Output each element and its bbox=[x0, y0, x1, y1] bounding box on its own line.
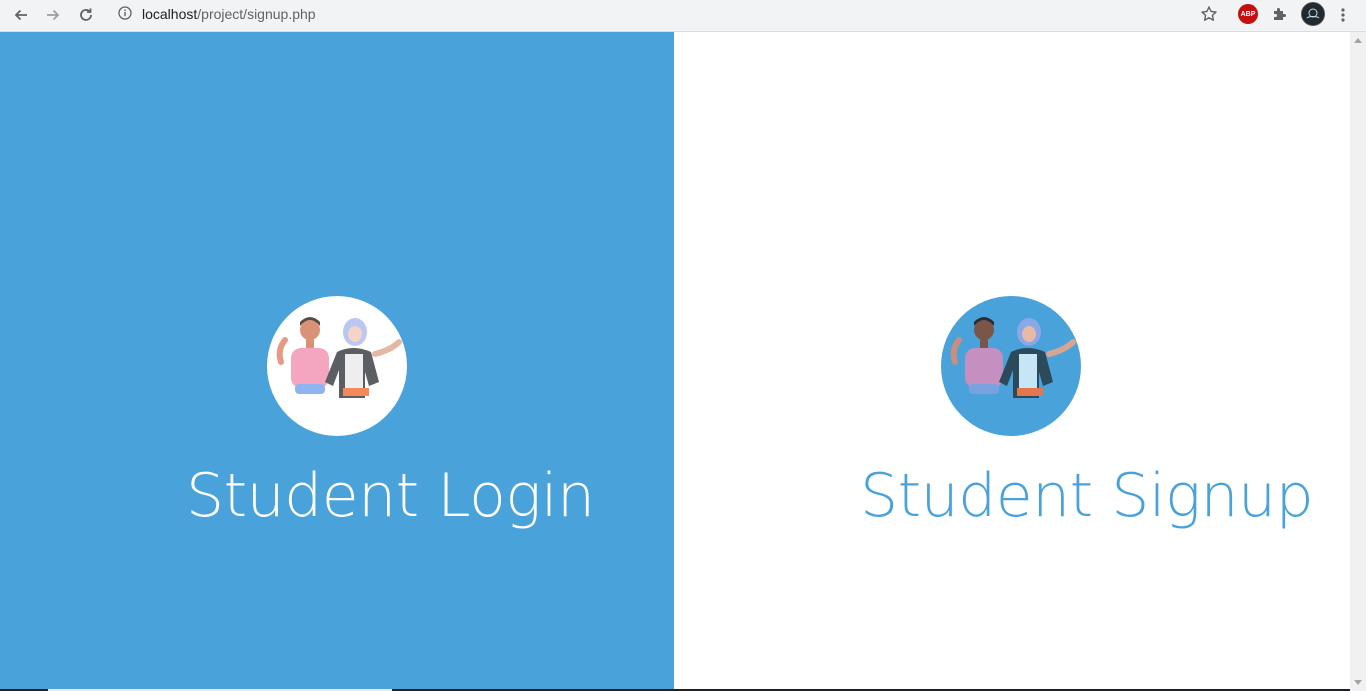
forward-button[interactable] bbox=[40, 3, 66, 27]
scroll-down-icon[interactable] bbox=[1354, 680, 1362, 685]
kebab-menu-icon bbox=[1341, 8, 1345, 22]
reload-icon bbox=[80, 8, 92, 21]
signup-avatar-circle[interactable] bbox=[941, 296, 1081, 436]
address-bar[interactable]: localhost/project/signup.php bbox=[108, 1, 1226, 27]
adblock-label: ABP bbox=[1240, 10, 1256, 18]
page-content: Student Login Student Signup bbox=[0, 32, 1350, 689]
arrow-right-icon bbox=[47, 9, 60, 21]
profile-picture-icon bbox=[1302, 3, 1324, 25]
adblock-extension-icon[interactable]: ABP bbox=[1238, 4, 1258, 24]
url-path: /project/signup.php bbox=[197, 6, 316, 22]
login-avatar-circle[interactable] bbox=[267, 296, 407, 436]
signup-card[interactable]: Student Signup bbox=[674, 32, 1350, 689]
students-illustration-icon bbox=[950, 317, 1076, 398]
url-host: localhost bbox=[142, 6, 198, 22]
bookmark-star-icon[interactable] bbox=[1200, 5, 1218, 23]
vertical-scrollbar[interactable] bbox=[1350, 32, 1366, 691]
info-icon[interactable] bbox=[118, 6, 132, 20]
browser-menu-button[interactable] bbox=[1331, 3, 1355, 27]
browser-toolbar: localhost/project/signup.php ABP bbox=[0, 0, 1366, 32]
url-text: localhost/project/signup.php bbox=[142, 6, 316, 22]
scroll-up-icon[interactable] bbox=[1354, 38, 1362, 43]
back-button[interactable] bbox=[8, 3, 34, 27]
puzzle-icon bbox=[1274, 8, 1286, 20]
students-illustration-icon bbox=[276, 317, 402, 398]
login-card[interactable]: Student Login bbox=[0, 32, 674, 689]
profile-avatar[interactable] bbox=[1301, 2, 1325, 26]
arrow-left-icon bbox=[14, 9, 27, 21]
signup-title[interactable]: Student Signup bbox=[860, 466, 1314, 526]
extensions-button[interactable] bbox=[1270, 4, 1290, 24]
reload-button[interactable] bbox=[73, 3, 99, 27]
login-title[interactable]: Student Login bbox=[186, 466, 595, 526]
